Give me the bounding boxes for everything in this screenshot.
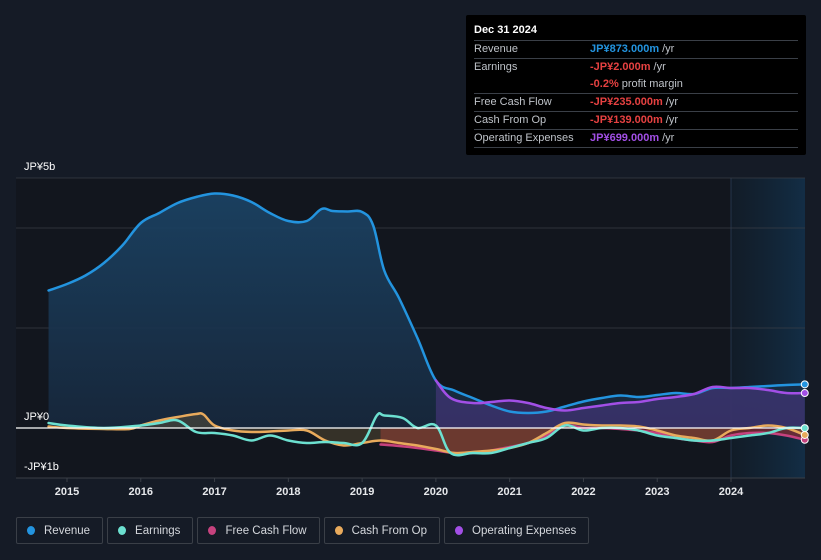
y-tick-label: -JP¥1b <box>24 461 59 473</box>
x-tick-label: 2020 <box>424 486 448 498</box>
tooltip-value: JP¥699.000m <box>590 132 660 144</box>
tooltip-row: Revenue JP¥873.000m/yr <box>474 40 798 58</box>
y-tick-label: JP¥0 <box>24 411 49 423</box>
tooltip-value: JP¥873.000m <box>590 43 660 55</box>
tooltip-unit: /yr <box>665 114 679 126</box>
x-tick-label: 2024 <box>719 486 744 498</box>
tooltip-panel: Dec 31 2024 Revenue JP¥873.000m/yr Earning… <box>466 15 806 155</box>
legend-dot-icon <box>208 526 217 535</box>
x-tick-label: 2019 <box>350 486 374 498</box>
legend-label: Operating Expenses <box>472 524 577 537</box>
legend-dot-icon <box>27 526 35 535</box>
tooltip-label: Operating Expenses <box>474 132 574 144</box>
tooltip-unit: /yr <box>662 43 675 55</box>
legend: Revenue Earnings Free Cash Flow Cash From O… <box>16 517 590 544</box>
tooltip-value: -JP¥235.000m <box>590 96 663 108</box>
x-tick-label: 2023 <box>645 486 669 498</box>
tooltip-row: Cash From Op -JP¥139.000m/yr <box>474 111 798 129</box>
operating-expenses-endpoint <box>800 389 809 398</box>
legend-label: Earnings <box>135 524 181 537</box>
legend-dot-icon <box>334 526 343 535</box>
revenue-endpoint <box>800 380 809 389</box>
tooltip-row: -0.2% profit margin <box>474 76 798 93</box>
legend-item-free-cash-flow[interactable]: Free Cash Flow <box>197 517 320 544</box>
tooltip-label: Free Cash Flow <box>474 96 552 108</box>
x-tick-label: 2022 <box>571 486 595 498</box>
tooltip-row: Free Cash Flow -JP¥235.000m/yr <box>474 93 798 111</box>
tooltip-row: Earnings -JP¥2.000m/yr <box>474 58 798 76</box>
tooltip-date: Dec 31 2024 <box>474 24 537 36</box>
legend-item-earnings[interactable]: Earnings <box>107 517 194 544</box>
tooltip-value: -JP¥2.000m <box>590 61 651 73</box>
tooltip-label <box>474 76 590 93</box>
legend-label: Free Cash Flow <box>225 524 307 537</box>
legend-item-revenue[interactable]: Revenue <box>16 517 104 544</box>
legend-item-operating-expenses[interactable]: Operating Expenses <box>444 517 590 544</box>
legend-item-cash-from-op[interactable]: Cash From Op <box>323 517 441 544</box>
legend-dot-icon <box>455 526 464 535</box>
tooltip-label: Revenue <box>474 43 519 55</box>
legend-label: Cash From Op <box>351 524 428 537</box>
legend-dot-icon <box>118 526 127 535</box>
tooltip-row: Operating Expenses JP¥699.000m/yr <box>474 129 798 148</box>
earnings-endpoint <box>800 424 809 433</box>
x-tick-label: 2018 <box>276 486 300 498</box>
tooltip-value: -0.2% <box>590 78 619 90</box>
tooltip-unit: /yr <box>662 132 675 144</box>
x-tick-label: 2021 <box>497 486 521 498</box>
tooltip-unit: /yr <box>665 96 679 108</box>
tooltip-label: Earnings <box>474 61 518 73</box>
y-tick-label: JP¥5b <box>24 161 55 173</box>
cash-from-op-endpoint <box>800 430 809 439</box>
tooltip-value: -JP¥139.000m <box>590 114 663 126</box>
x-tick-label: 2016 <box>129 486 153 498</box>
x-tick-label: 2017 <box>202 486 226 498</box>
tooltip-unit: profit margin <box>621 78 683 90</box>
tooltip-label: Cash From Op <box>474 114 547 126</box>
legend-label: Revenue <box>44 524 91 537</box>
tooltip-unit: /yr <box>653 61 666 73</box>
x-tick-label: 2015 <box>55 486 79 498</box>
